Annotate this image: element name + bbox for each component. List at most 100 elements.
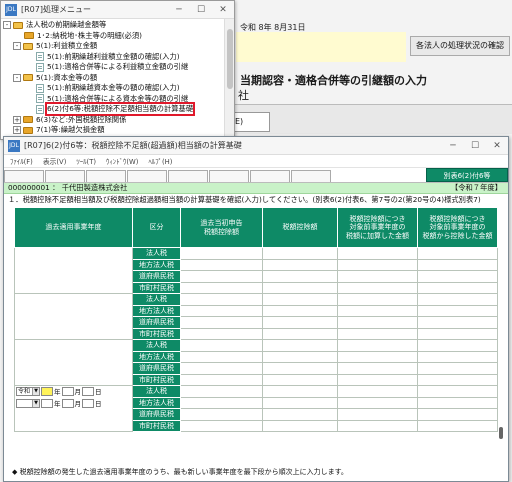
amount-cell[interactable] (337, 339, 418, 352)
amount-cell[interactable] (337, 419, 418, 432)
amount-cell[interactable] (417, 247, 498, 260)
scroll-thumb[interactable] (499, 427, 503, 439)
menu-item[interactable]: 1･2:納税地･株主等の明細(必須) (3, 31, 234, 42)
amount-cell[interactable] (337, 396, 418, 409)
tab-schedule-6-2[interactable]: 別表6(2)付6等 (426, 168, 508, 182)
amount-cell[interactable] (417, 304, 498, 317)
menu-scrollbar[interactable] (224, 19, 234, 139)
year-cell[interactable] (14, 339, 133, 386)
menu-item[interactable]: 5(1):適格合併等による利益積立金額の引継 (3, 62, 234, 73)
menu-2[interactable]: ﾂｰﾙ(T) (76, 156, 96, 166)
amount-cell[interactable] (417, 362, 498, 375)
menu-item[interactable]: - 法人税の前期繰越金額等 (3, 20, 234, 31)
empty-tab[interactable] (86, 170, 126, 182)
expand-icon[interactable]: + (13, 126, 21, 135)
amount-cell[interactable] (337, 362, 418, 375)
amount-cell[interactable] (337, 373, 418, 386)
amount-cell[interactable] (180, 396, 263, 409)
menu-1[interactable]: 表示(V) (43, 156, 67, 166)
amount-cell[interactable] (337, 304, 418, 317)
menu-3[interactable]: ｳｨﾝﾄﾞｳ(W) (106, 156, 138, 166)
day-input[interactable] (82, 386, 94, 396)
month-input[interactable] (61, 398, 74, 408)
amount-cell[interactable] (262, 373, 338, 386)
amount-cell[interactable] (180, 408, 263, 421)
empty-tab[interactable] (250, 170, 290, 182)
amount-cell[interactable] (180, 350, 263, 363)
amount-cell[interactable] (337, 350, 418, 363)
empty-tab[interactable] (168, 170, 208, 182)
menu-4[interactable]: ﾍﾙﾌﾟ(H) (148, 156, 172, 166)
year-cell[interactable] (14, 247, 133, 294)
close-icon[interactable]: ✕ (212, 5, 234, 15)
amount-cell[interactable] (262, 362, 338, 375)
collapse-icon[interactable]: - (13, 73, 21, 82)
amount-cell[interactable] (337, 385, 418, 398)
menu-item[interactable]: - 5(1):資本金等の額 (3, 73, 234, 84)
empty-tab[interactable] (209, 170, 249, 182)
amount-cell[interactable] (262, 293, 338, 306)
menu-item[interactable]: 5(1):前期繰越資本金等の額の確認(入力) (3, 83, 234, 94)
era-select[interactable]: ▼ (16, 398, 40, 408)
amount-cell[interactable] (337, 327, 418, 340)
menu-item[interactable]: 5(1):適格合併等による資本金等の額の引継 (3, 94, 234, 105)
maximize-icon[interactable]: ☐ (464, 141, 486, 151)
menu-titlebar[interactable]: JDL [R07]処理メニュー ─ ☐ ✕ (1, 1, 234, 19)
amount-cell[interactable] (337, 270, 418, 283)
empty-tab[interactable] (45, 170, 85, 182)
day-input[interactable] (82, 398, 94, 408)
menu-0[interactable]: ﾌｧｲﾙ(F) (10, 156, 33, 166)
year-input[interactable] (41, 386, 53, 396)
amount-cell[interactable] (180, 385, 263, 398)
amount-cell[interactable] (180, 419, 263, 432)
amount-cell[interactable] (262, 350, 338, 363)
empty-tab[interactable] (4, 170, 44, 182)
amount-cell[interactable] (262, 396, 338, 409)
amount-cell[interactable] (180, 304, 263, 317)
amount-cell[interactable] (180, 270, 263, 283)
amount-cell[interactable] (180, 339, 263, 352)
era-select[interactable]: 令和 ▼ (16, 386, 40, 396)
menu-item[interactable]: +6(3)など:外国税額控除関係 (3, 115, 234, 126)
amount-cell[interactable] (180, 362, 263, 375)
amount-cell[interactable] (417, 281, 498, 294)
amount-cell[interactable] (180, 373, 263, 386)
form-scrollbar[interactable] (498, 247, 506, 457)
amount-cell[interactable] (262, 327, 338, 340)
amount-cell[interactable] (337, 293, 418, 306)
maximize-icon[interactable]: ☐ (190, 5, 212, 15)
scroll-thumb[interactable] (227, 29, 233, 89)
year-cell[interactable] (14, 293, 133, 340)
expand-icon[interactable]: + (13, 115, 21, 124)
form-titlebar[interactable]: JDL [R07]6(2)付6等：税額控除不足額(超過額)相当額の計算基礎 ─ … (4, 137, 508, 155)
amount-cell[interactable] (262, 316, 338, 329)
amount-cell[interactable] (417, 350, 498, 363)
empty-tab[interactable] (127, 170, 167, 182)
status-check-button[interactable]: 各法人の処理状況の確認 (410, 36, 510, 56)
amount-cell[interactable] (417, 270, 498, 283)
amount-cell[interactable] (262, 247, 338, 260)
amount-cell[interactable] (262, 258, 338, 271)
menu-item[interactable]: - 5(1):利益積立金額 (3, 41, 234, 52)
menu-item[interactable]: +7(1)等:繰越欠損金額 (3, 125, 234, 136)
minimize-icon[interactable]: ─ (442, 141, 464, 151)
amount-cell[interactable] (417, 339, 498, 352)
empty-tab[interactable] (291, 170, 331, 182)
chevron-down-icon[interactable]: ▼ (32, 399, 39, 407)
amount-cell[interactable] (180, 293, 263, 306)
amount-cell[interactable] (180, 327, 263, 340)
month-input[interactable] (61, 386, 74, 396)
amount-cell[interactable] (417, 258, 498, 271)
amount-cell[interactable] (417, 327, 498, 340)
amount-cell[interactable] (337, 408, 418, 421)
collapse-icon[interactable]: - (13, 42, 21, 51)
menu-item[interactable]: 5(1):前期繰越利益積立金額の確認(入力) (3, 52, 234, 63)
close-icon[interactable]: ✕ (486, 141, 508, 151)
amount-cell[interactable] (262, 408, 338, 421)
amount-cell[interactable] (262, 281, 338, 294)
amount-cell[interactable] (262, 339, 338, 352)
amount-cell[interactable] (337, 316, 418, 329)
amount-cell[interactable] (417, 373, 498, 386)
amount-cell[interactable] (417, 408, 498, 421)
amount-cell[interactable] (417, 293, 498, 306)
